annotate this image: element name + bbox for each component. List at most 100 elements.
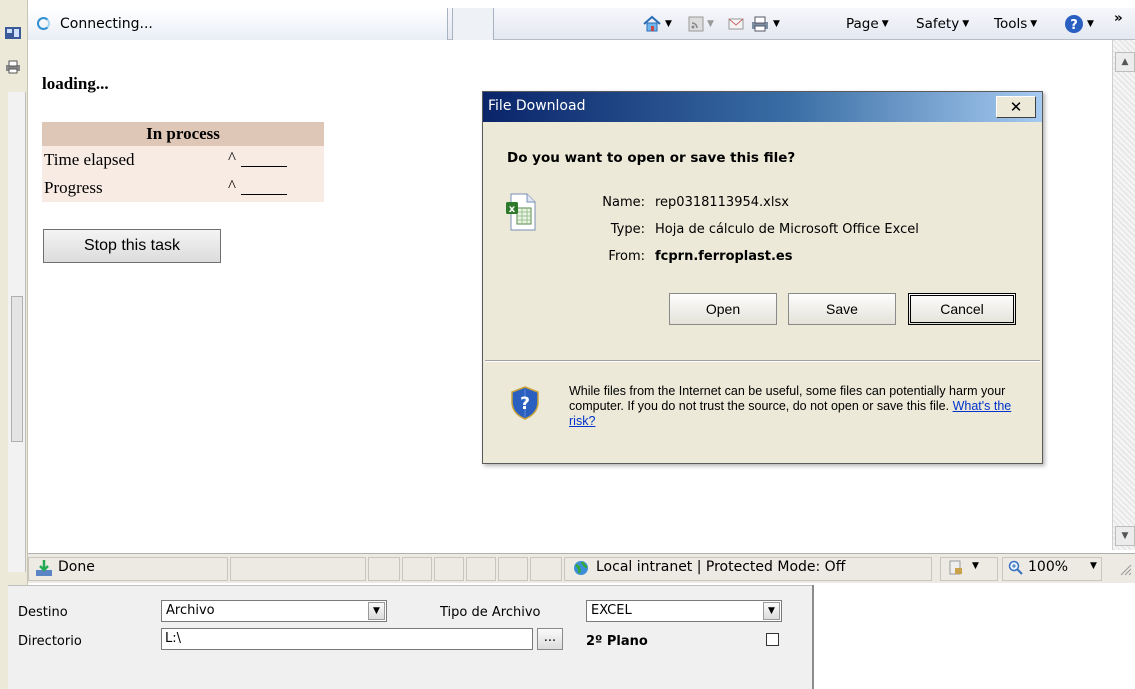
chevron-down-icon: ▼ [1030,19,1038,29]
dialog-question: Do you want to open or save this file? [507,150,796,166]
help-button[interactable]: ? ▼ [1064,14,1094,34]
chevron-down-icon: ▼ [962,19,970,29]
bottom-form: Destino Archivo ▼ Tipo de Archivo EXCEL … [8,585,812,689]
chevron-down-icon[interactable]: ▼ [763,602,780,620]
row-label: Progress [44,178,103,197]
printer-icon[interactable] [4,60,22,74]
dialog-divider [485,360,1040,362]
chevron-down-icon: ▼ [1087,19,1094,29]
vertical-scrollbar[interactable]: ▲ ▼ [1112,40,1135,550]
tipo-archivo-value: EXCEL [591,603,632,618]
segundo-plano-label: 2º Plano [586,634,648,649]
home-button[interactable]: ▼ [642,14,672,34]
chevron-down-icon: ▼ [881,19,889,29]
close-icon[interactable]: ✕ [996,96,1036,118]
svg-text:?: ? [520,394,530,414]
row-label: Time elapsed [44,150,135,169]
status-segment [434,557,464,581]
download-icon [36,560,52,576]
menu-tools-label: Tools [994,16,1028,32]
intranet-globe-icon [574,561,588,575]
menu-page-label: Page [846,16,879,32]
menu-page[interactable]: Page ▼ [846,14,889,34]
home-icon [643,15,661,32]
table-row: Progress ^ [42,174,324,202]
status-segment [466,557,496,581]
excel-file-icon: x [506,193,536,231]
security-shield-icon: ? [511,386,539,420]
more-commands-icon: » [1114,10,1123,26]
status-segment [368,557,400,581]
chevron-down-icon: ▼ [972,561,979,571]
directorio-input[interactable]: L:\ [161,628,533,650]
svg-text:?: ? [1070,18,1078,33]
table-header: In process [42,122,324,146]
side-scroll-thumb[interactable] [11,296,23,442]
zone-text: Local intranet | Protected Mode: Off [596,559,846,575]
segundo-plano-checkbox[interactable] [766,633,779,646]
file-download-dialog: File Download ✕ Do you want to open or s… [482,91,1043,464]
help-icon: ? [1065,15,1083,33]
destino-select[interactable]: Archivo ▼ [161,600,387,622]
file-type: Hoja de cálculo de Microsoft Office Exce… [655,222,919,237]
open-button[interactable]: Open [669,293,777,325]
status-bar: Done Local intranet | Protected Mode: Of… [28,553,1135,583]
status-segment [498,557,528,581]
cancel-button[interactable]: Cancel [908,293,1016,325]
tab-connecting[interactable]: Connecting... [28,8,448,40]
progress-table: In process Time elapsed ^ Progress ^ [42,122,324,202]
bottom-right-panel [812,585,1135,689]
status-segment [230,557,366,581]
mail-icon [728,18,744,30]
lock-page-icon [949,560,962,575]
tipo-archivo-label: Tipo de Archivo [440,605,541,620]
row-value: ^ [228,148,236,167]
chevron-down-icon: ▼ [773,19,780,29]
chevron-down-icon[interactable]: ▼ [368,602,385,620]
app-icon[interactable] [4,26,22,40]
zoom-level: 100% [1028,559,1069,575]
status-segment [402,557,432,581]
mail-button[interactable] [728,14,744,34]
browse-button[interactable]: ... [537,628,563,650]
stop-task-button[interactable]: Stop this task [43,229,221,263]
tab-title: Connecting... [60,16,153,32]
chevron-down-icon: ▼ [707,19,714,29]
security-warning: While files from the Internet can be use… [569,384,1029,429]
more-commands-button[interactable]: » [1114,8,1123,28]
chevron-down-icon: ▼ [1090,561,1097,571]
chevron-down-icon: ▼ [665,19,672,29]
dialog-title: File Download [488,98,586,114]
menu-safety-label: Safety [916,16,960,32]
print-button[interactable]: ▼ [750,14,780,34]
resize-grip-icon[interactable] [1118,562,1132,576]
new-tab-button[interactable] [452,8,494,40]
table-row: Time elapsed ^ [42,146,324,174]
save-button[interactable]: Save [788,293,896,325]
status-text: Done [58,559,95,575]
print-icon [752,16,768,32]
warning-text: While files from the Internet can be use… [569,384,1006,413]
row-value: ^ [228,176,236,195]
menu-safety[interactable]: Safety ▼ [916,14,969,34]
status-segment [530,557,562,581]
feeds-button[interactable]: ▼ [688,14,714,34]
from-label: From: [608,249,645,264]
value-underline [241,166,287,167]
file-source: fcprn.ferroplast.es [655,249,793,264]
scroll-up-icon[interactable]: ▲ [1115,52,1135,72]
file-name: rep0318113954.xlsx [655,195,789,210]
tipo-archivo-select[interactable]: EXCEL ▼ [586,600,782,622]
scroll-down-icon[interactable]: ▼ [1115,526,1135,546]
loading-text: loading... [42,74,109,93]
svg-text:x: x [509,204,516,215]
rss-icon [688,16,704,32]
loading-spinner-icon [37,17,50,30]
type-label: Type: [610,222,645,237]
dialog-title-bar[interactable]: File Download ✕ [483,92,1042,122]
zoom-icon [1008,560,1023,575]
menu-tools[interactable]: Tools ▼ [994,14,1037,34]
destino-value: Archivo [166,603,215,618]
browser-toolbar: Connecting... ▼ ▼ ▼ Page ▼ Safety ▼ Tools ▼… [28,8,1135,40]
directorio-label: Directorio [18,634,82,649]
